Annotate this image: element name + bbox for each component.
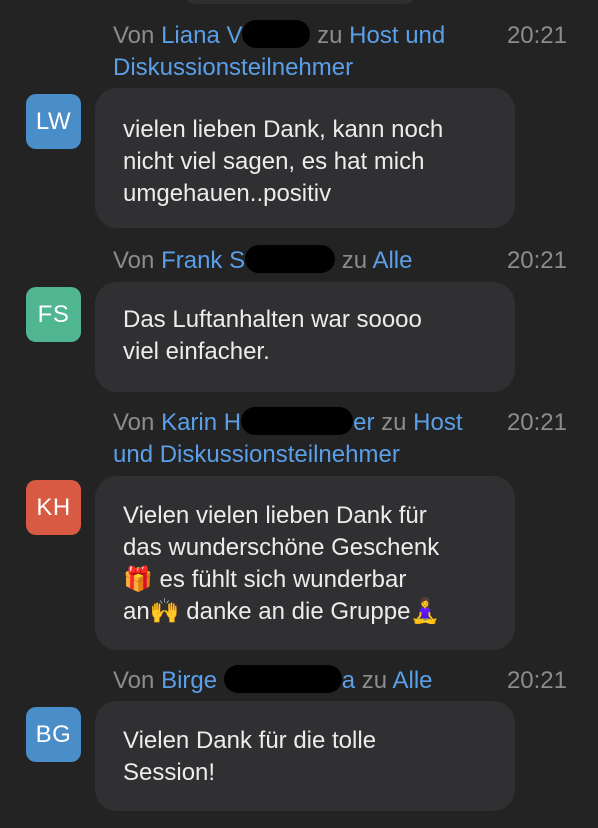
message-bubble: Vielen vielen lieben Dank für das wunder… [95, 476, 515, 650]
message-bubble: vielen lieben Dank, kann noch nicht viel… [95, 88, 515, 228]
to-label: zu [317, 22, 343, 49]
recipient-name[interactable]: Alle [372, 247, 412, 274]
message-header: Von Frank S zu Alle [113, 245, 483, 277]
redaction-bar [242, 20, 311, 48]
to-label: zu [381, 409, 407, 436]
message-time: 20:21 [506, 667, 567, 694]
sender-name[interactable]: Karin H [161, 409, 241, 436]
from-label: Von [113, 409, 155, 436]
from-label: Von [113, 667, 155, 694]
to-label: zu [341, 247, 368, 274]
sender-name[interactable]: Liana V [161, 22, 242, 49]
message-time: 20:21 [506, 22, 567, 49]
sender-name-end[interactable]: er [353, 409, 374, 436]
message-bubble: Vielen Dank für die tolle Session! [95, 701, 515, 811]
sender-name[interactable]: Frank S [161, 247, 245, 274]
message-header: Von Birge a zu Alle [113, 665, 483, 697]
sender-name[interactable]: Birge [161, 667, 217, 694]
message-header: Von Karin Her zu Host und Diskussionstei… [113, 407, 483, 471]
to-label: zu [361, 667, 388, 694]
message-time: 20:21 [506, 409, 567, 436]
sender-name-end[interactable]: a [342, 667, 355, 694]
from-label: Von [113, 22, 155, 49]
avatar: FS [26, 287, 81, 342]
avatar: LW [26, 94, 81, 149]
message-time: 20:21 [506, 247, 567, 274]
from-label: Von [113, 247, 155, 274]
avatar: BG [26, 707, 81, 762]
redaction-bar [223, 665, 342, 693]
message-header: Von Liana V zu Host und Diskussionsteiln… [113, 20, 483, 84]
previous-message-bubble [180, 0, 420, 4]
redaction-bar [245, 245, 336, 273]
avatar: KH [26, 480, 81, 535]
redaction-bar [241, 407, 354, 435]
recipient-name[interactable]: Alle [393, 667, 433, 694]
message-bubble: Das Luftanhalten war soooo viel einfache… [95, 282, 515, 392]
